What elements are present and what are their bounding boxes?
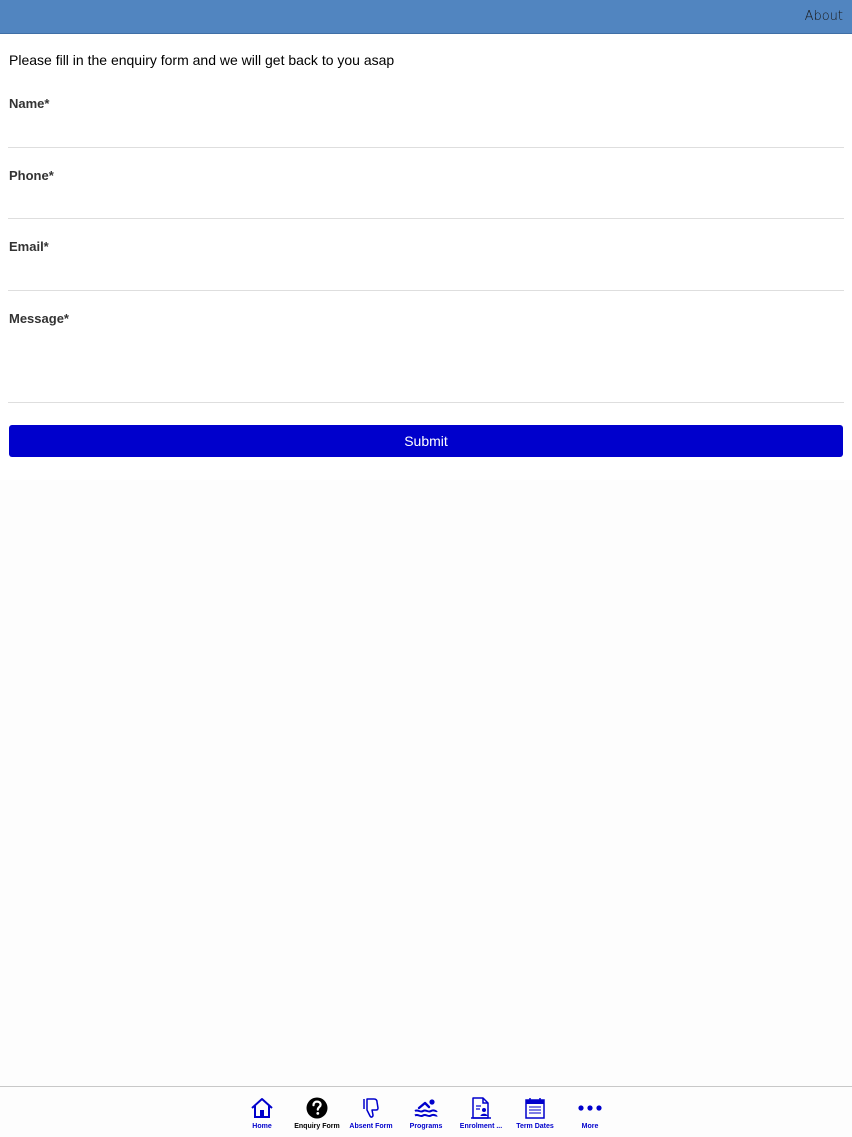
- email-label: Email*: [9, 239, 49, 254]
- top-navigation-bar: About: [0, 0, 852, 34]
- tab-enrolment[interactable]: Enrolment ...: [453, 1087, 509, 1137]
- tab-programs[interactable]: Programs: [398, 1087, 454, 1137]
- tab-label: More: [581, 1123, 599, 1130]
- calendar-icon: [525, 1098, 545, 1119]
- message-textarea[interactable]: [8, 332, 844, 403]
- tab-enquiry-form[interactable]: Enquiry Form: [289, 1087, 345, 1137]
- phone-input[interactable]: [8, 189, 844, 219]
- bottom-tab-bar: Home Enquiry Form Absent Form Programs E…: [0, 1086, 852, 1136]
- tab-more[interactable]: More: [562, 1087, 618, 1137]
- submit-button[interactable]: Submit: [9, 425, 843, 457]
- about-link[interactable]: About: [805, 9, 843, 24]
- form-intro-text: Please fill in the enquiry form and we w…: [9, 52, 395, 68]
- message-label: Message*: [9, 311, 69, 326]
- thumbs-down-icon: [363, 1098, 379, 1118]
- tab-home[interactable]: Home: [234, 1087, 290, 1137]
- tab-absent-form[interactable]: Absent Form: [343, 1087, 399, 1137]
- tab-term-dates[interactable]: Term Dates: [507, 1087, 563, 1137]
- name-label: Name*: [9, 96, 50, 111]
- enquiry-form: Please fill in the enquiry form and we w…: [0, 34, 852, 480]
- name-input[interactable]: [8, 118, 844, 148]
- enrolment-document-icon: [471, 1097, 491, 1119]
- question-icon: [306, 1097, 328, 1119]
- email-input[interactable]: [8, 260, 844, 291]
- swimmer-icon: [414, 1099, 438, 1118]
- phone-label: Phone*: [9, 168, 54, 183]
- more-icon: [578, 1105, 602, 1111]
- home-icon: [251, 1098, 273, 1118]
